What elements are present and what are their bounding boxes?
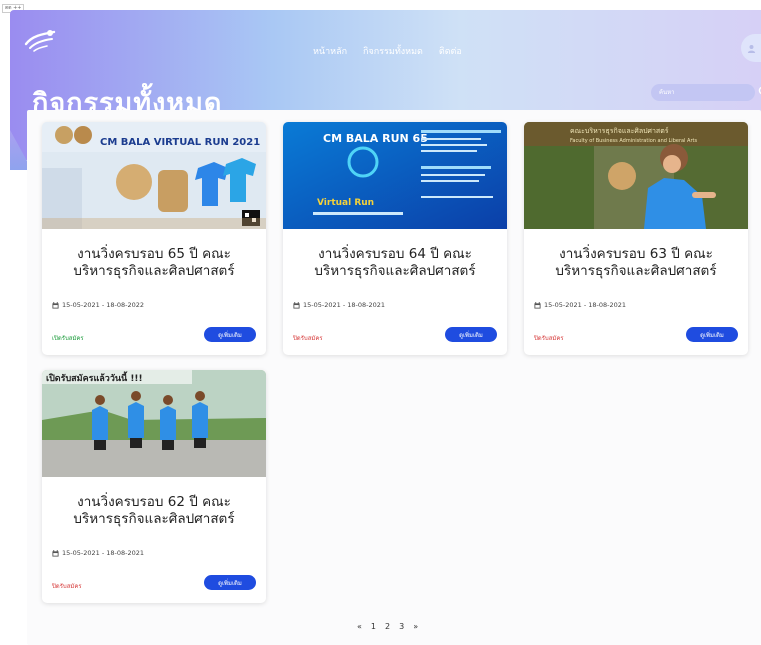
activity-card-65[interactable]: CM BALA VIRTUAL RUN 2021 งานวิ่งครบรอบ 6…	[42, 122, 266, 355]
card-date: 15-05-2021 - 18-08-2021	[534, 301, 626, 309]
pagination: « 1 2 3 »	[357, 622, 418, 631]
pagination-next-button[interactable]: »	[413, 622, 418, 631]
runner-logo-icon[interactable]	[20, 24, 60, 54]
card-title-line2[interactable]: บริหารธุรกิจและศิลปศาสตร์	[42, 511, 266, 528]
registration-status-badge: ปิดรับสมัคร	[52, 583, 82, 590]
card-title-line2[interactable]: บริหารธุรกิจและศิลปศาสตร์	[283, 263, 507, 280]
calendar-icon	[52, 549, 59, 557]
card-date-range: 15-05-2021 - 18-08-2021	[303, 301, 386, 309]
card-date: 15-05-2021 - 18-08-2022	[52, 301, 144, 309]
nav-home-link[interactable]: หน้าหลัก	[313, 44, 347, 58]
user-icon	[747, 44, 755, 53]
event-poster-65-image[interactable]: CM BALA VIRTUAL RUN 2021	[42, 122, 266, 229]
registration-status-badge: ปิดรับสมัคร	[293, 335, 323, 342]
event-poster-64-image[interactable]: CM BALA RUN 65 Virtual Run	[283, 122, 507, 229]
pagination-page-1[interactable]: 1	[371, 622, 376, 631]
card-title[interactable]: งานวิ่งครบรอบ 65 ปี คณะ	[42, 246, 266, 263]
profile-toggle-button[interactable]	[741, 34, 761, 62]
calendar-icon	[52, 301, 59, 309]
card-title-line2[interactable]: บริหารธุรกิจและศิลปศาสตร์	[524, 263, 748, 280]
card-title[interactable]: งานวิ่งครบรอบ 64 ปี คณะ	[283, 246, 507, 263]
registration-status-badge: ปิดรับสมัคร	[534, 335, 564, 342]
calendar-icon	[293, 301, 300, 309]
nav-all-activities-link[interactable]: กิจกรรมทั้งหมด	[363, 44, 423, 58]
view-more-button[interactable]: ดูเพิ่มเติม	[204, 575, 256, 590]
activity-card-64[interactable]: CM BALA RUN 65 Virtual Run งานวิ่งครบรอบ…	[283, 122, 507, 355]
card-title-line2[interactable]: บริหารธุรกิจและศิลปศาสตร์	[42, 263, 266, 280]
card-date: 15-05-2021 - 18-08-2021	[293, 301, 385, 309]
nav-contact-link[interactable]: ติดต่อ	[439, 44, 462, 58]
activity-card-63[interactable]: คณะบริหารธุรกิจและศิลปศาสตร์ Faculty of …	[524, 122, 748, 355]
event-photo-62-image[interactable]: เปิดรับสมัครแล้ววันนี้ !!!	[42, 370, 266, 477]
card-title[interactable]: งานวิ่งครบรอบ 63 ปี คณะ	[524, 246, 748, 263]
card-date-range: 15-05-2021 - 18-08-2021	[62, 549, 145, 557]
activity-card-62[interactable]: เปิดรับสมัครแล้ววันนี้ !!! งานวิ่งครบรอบ…	[42, 370, 266, 603]
registration-status-badge: เปิดรับสมัคร	[52, 335, 84, 342]
svg-text:Virtual Run: Virtual Run	[317, 198, 374, 208]
svg-text:CM BALA VIRTUAL RUN 2021: CM BALA VIRTUAL RUN 2021	[100, 137, 260, 148]
view-more-button[interactable]: ดูเพิ่มเติม	[445, 327, 497, 342]
card-date-range: 15-05-2021 - 18-08-2022	[62, 301, 145, 309]
event-photo-63-image[interactable]: คณะบริหารธุรกิจและศิลปศาสตร์ Faculty of …	[524, 122, 748, 229]
pagination-page-2[interactable]: 2	[385, 622, 390, 631]
svg-text:CM BALA RUN 65: CM BALA RUN 65	[323, 132, 428, 145]
search-input[interactable]	[651, 84, 755, 101]
svg-text:Faculty of Business Administra: Faculty of Business Administration and L…	[570, 138, 697, 144]
card-title[interactable]: งานวิ่งครบรอบ 62 ปี คณะ	[42, 494, 266, 511]
calendar-icon	[534, 301, 541, 309]
card-date: 15-05-2021 - 18-08-2021	[52, 549, 144, 557]
card-date-range: 15-05-2021 - 18-08-2021	[544, 301, 627, 309]
view-more-button[interactable]: ดูเพิ่มเติม	[686, 327, 738, 342]
view-more-button[interactable]: ดูเพิ่มเติม	[204, 327, 256, 342]
pagination-page-3[interactable]: 3	[399, 622, 404, 631]
main-nav: หน้าหลัก กิจกรรมทั้งหมด ติดต่อ	[313, 44, 462, 58]
svg-text:คณะบริหารธุรกิจและศิลปศาสตร์: คณะบริหารธุรกิจและศิลปศาสตร์	[570, 127, 669, 135]
pagination-prev-button[interactable]: «	[357, 622, 362, 631]
